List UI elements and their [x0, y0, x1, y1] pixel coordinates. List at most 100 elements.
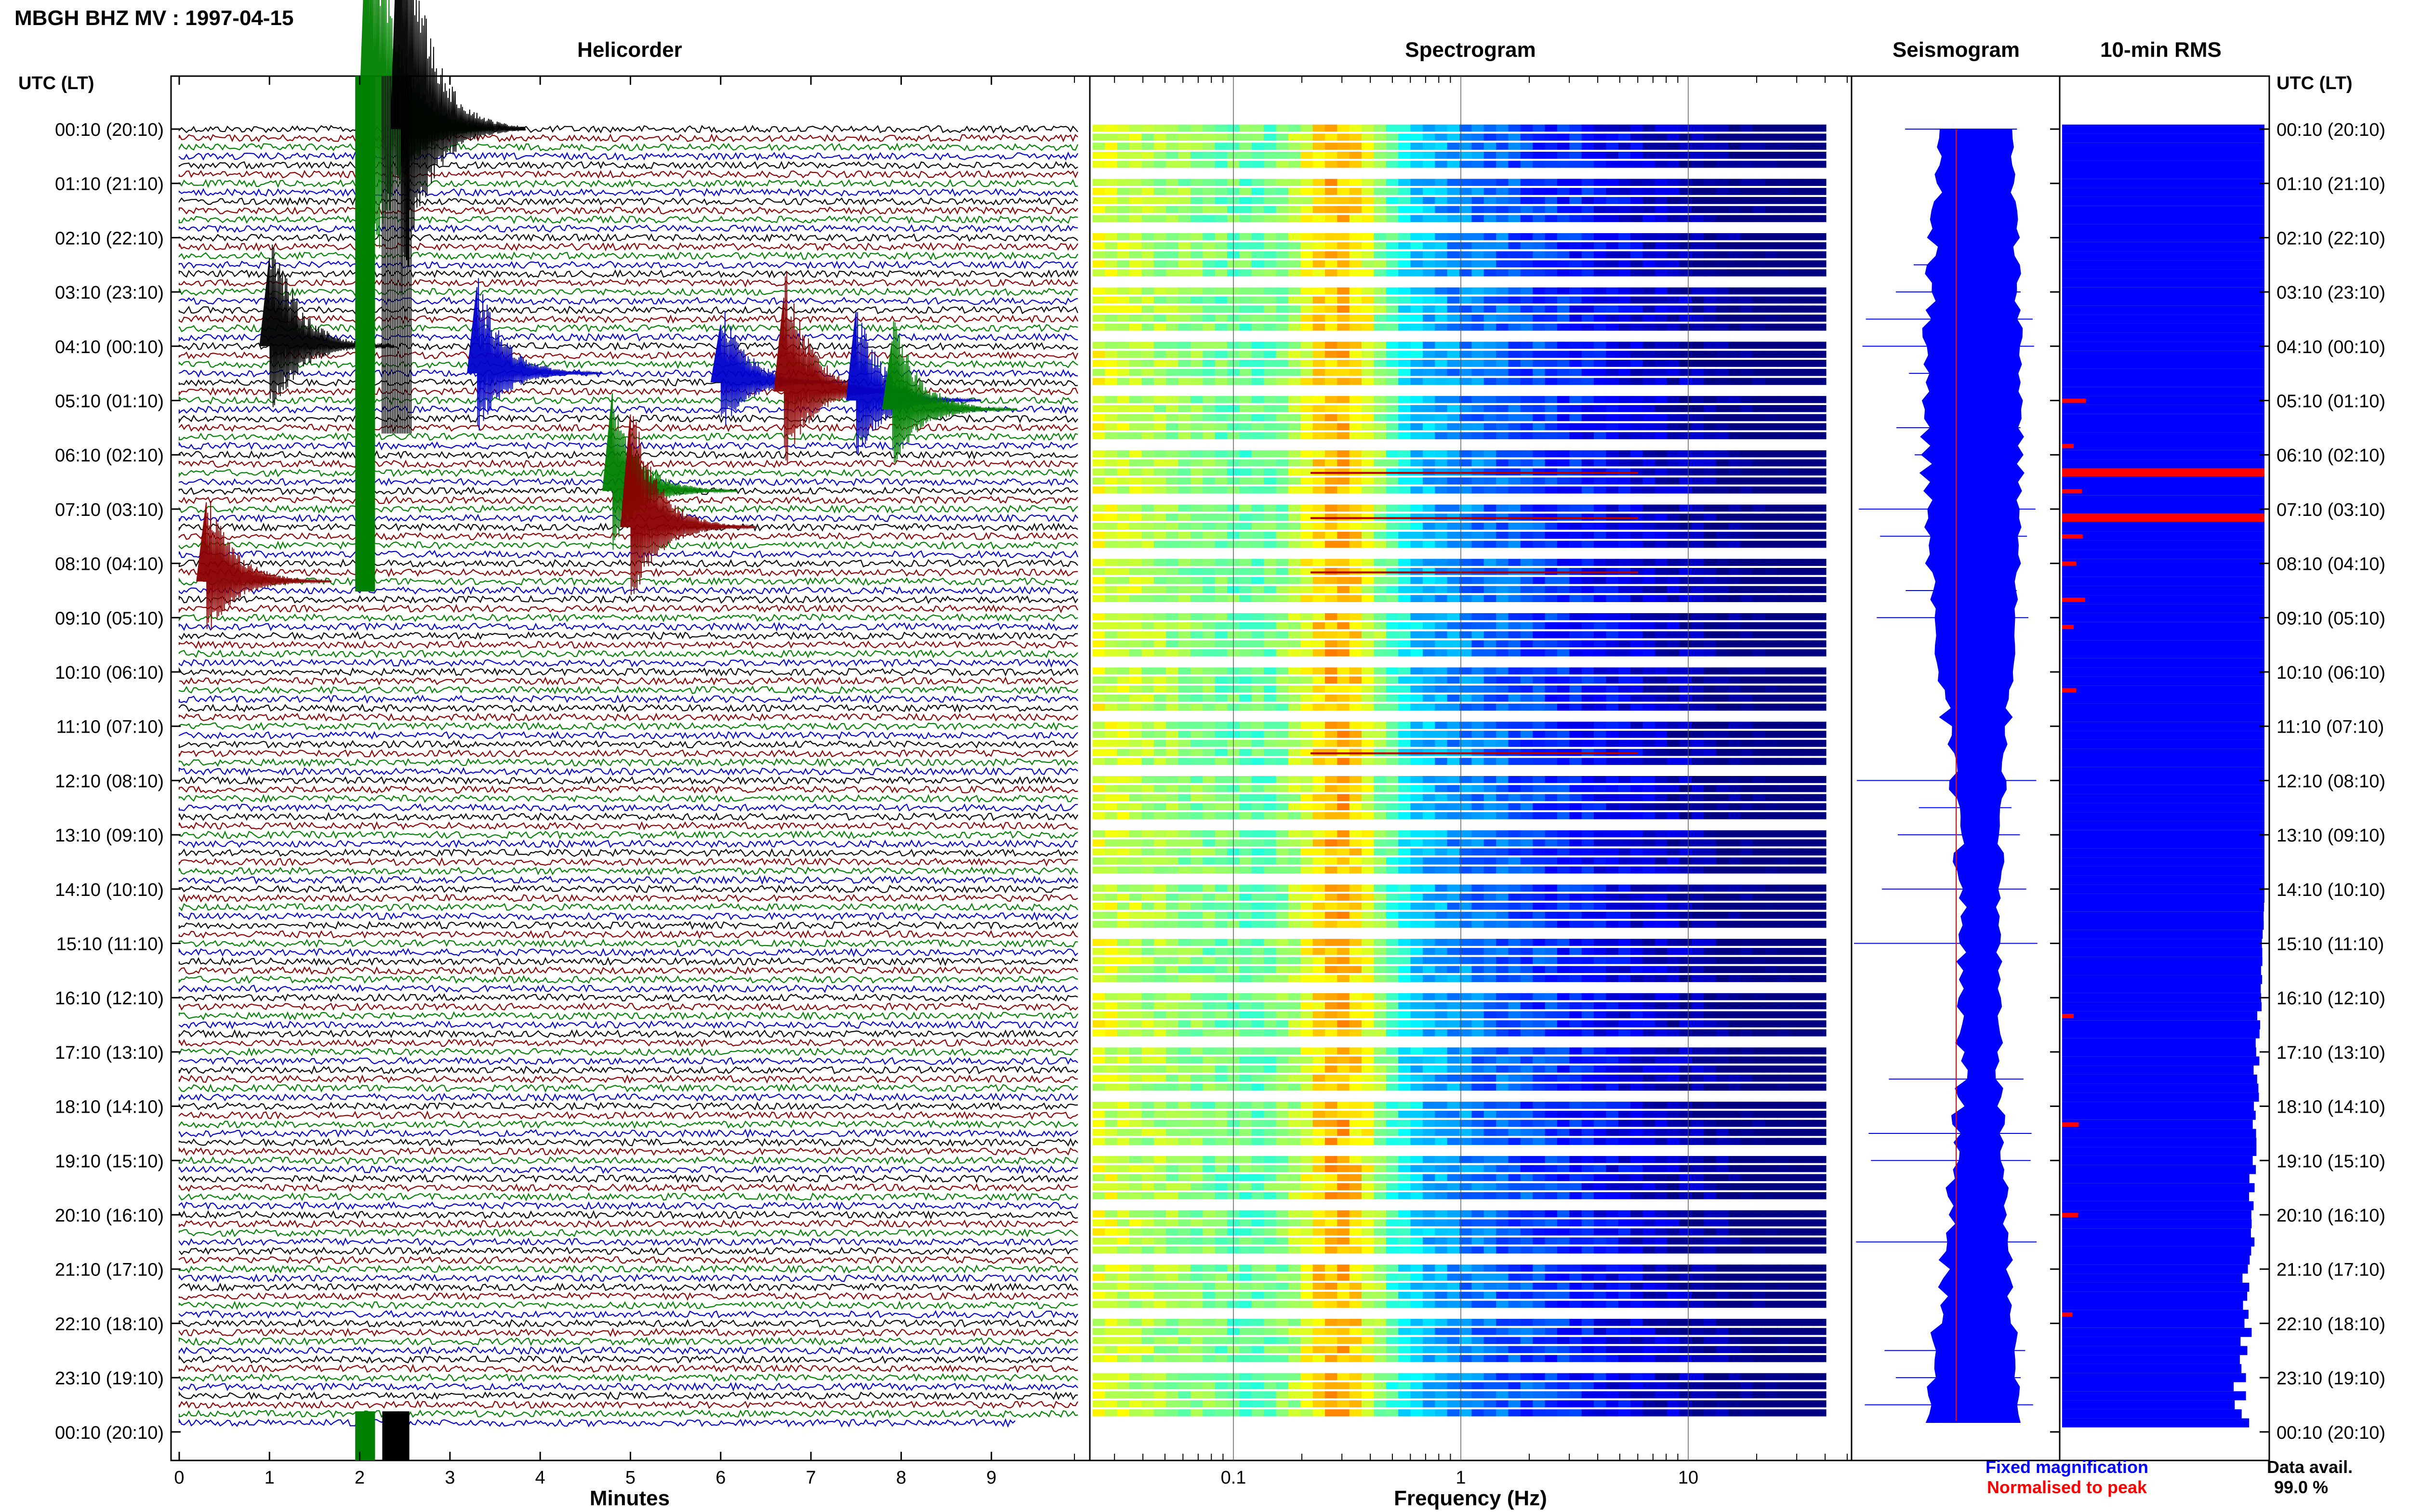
spectrogram-cell: [1765, 695, 1778, 702]
spectrogram-cell: [1813, 966, 1827, 973]
spectrogram-cell: [1276, 884, 1289, 892]
spectrogram-cell: [1581, 785, 1594, 792]
spectrogram-cell: [1166, 260, 1179, 268]
spectrogram-cell: [1606, 188, 1619, 195]
spectrogram-cell: [1362, 215, 1375, 223]
spectrogram-cell: [1190, 323, 1203, 331]
spectrogram-cell: [1655, 947, 1668, 955]
spectrogram-cell: [1545, 531, 1558, 539]
spectrogram-cell: [1105, 251, 1118, 259]
spectrogram-cell: [1435, 667, 1448, 675]
spectrogram-cell: [1447, 242, 1460, 250]
spectrogram-cell: [1533, 695, 1546, 702]
spectrogram-cell: [1630, 152, 1643, 159]
spectrogram-cell: [1264, 966, 1277, 973]
spectrogram-cell: [1581, 649, 1594, 657]
spectrogram-cell: [1153, 260, 1166, 268]
spectrogram-cell: [1435, 966, 1448, 973]
spectrogram-cell: [1679, 794, 1692, 802]
spectrogram-cell: [1813, 667, 1827, 675]
spectrogram-cell: [1190, 251, 1203, 259]
spectrogram-cell: [1105, 857, 1118, 865]
spectrogram-cell: [1508, 685, 1521, 693]
spectrogram-cell: [1618, 739, 1631, 747]
spectrogram-cell: [1533, 975, 1546, 982]
spectrogram-cell: [1093, 540, 1105, 548]
spectrogram-cell: [1618, 722, 1631, 729]
spectrogram-cell: [1606, 269, 1619, 276]
spectrogram-cell: [1374, 866, 1387, 874]
spectrogram-cell: [1801, 731, 1814, 738]
spectrogram-cell: [1129, 251, 1142, 259]
spectrogram-cell: [1581, 749, 1594, 756]
spectrogram-cell: [1520, 477, 1533, 485]
spectrogram-cell: [1337, 957, 1350, 964]
spectrogram-cell: [1300, 368, 1313, 376]
spectrogram-cell: [1300, 233, 1313, 240]
spectrogram-cell: [1642, 785, 1655, 792]
spectrogram-cell: [1215, 595, 1228, 602]
spectrogram-cell: [1264, 459, 1277, 467]
spectrogram-cell: [1362, 749, 1375, 756]
spectrogram-cell: [1557, 749, 1570, 756]
spectrogram-cell: [1374, 287, 1387, 295]
spectrogram-cell: [1264, 758, 1277, 765]
spectrogram-cell: [1642, 957, 1655, 964]
spectrogram-cell: [1239, 631, 1252, 639]
spectrogram-cell: [1752, 695, 1765, 702]
spectrogram-cell: [1752, 414, 1765, 421]
spectrogram-cell: [1117, 631, 1130, 639]
spectrogram-cell: [1337, 884, 1350, 892]
spectrogram-cell: [1117, 432, 1130, 439]
spectrogram-cell: [1569, 233, 1582, 240]
spectrogram-cell: [1471, 785, 1484, 792]
spectrogram-cell: [1251, 622, 1264, 630]
spectrogram-cell: [1667, 785, 1680, 792]
spectrogram-cell: [1740, 884, 1753, 892]
spectrogram-cell: [1716, 233, 1729, 240]
spectrogram-cell: [1300, 133, 1313, 141]
spectrogram-cell: [1251, 848, 1264, 855]
spectrogram-cell: [1203, 866, 1216, 874]
spectrogram-cell: [1276, 803, 1289, 811]
spectrogram-cell: [1288, 269, 1301, 276]
spectrogram-cell: [1153, 966, 1166, 973]
spectrogram-cell: [1594, 523, 1606, 530]
spectrogram-cell: [1508, 957, 1521, 964]
spectrogram-cell: [1166, 739, 1179, 747]
spectrogram-cell: [1704, 342, 1717, 349]
spectrogram-cell: [1618, 468, 1631, 476]
spectrogram-cell: [1239, 206, 1252, 213]
spectrogram-cell: [1471, 360, 1484, 367]
spectrogram-cell: [1557, 903, 1570, 910]
spectrogram-cell: [1276, 531, 1289, 539]
spectrogram-cell: [1300, 649, 1313, 657]
spectrogram-cell: [1166, 233, 1179, 240]
spectrogram-cell: [1337, 477, 1350, 485]
spectrogram-cell: [1203, 323, 1216, 331]
spectrogram-cell: [1410, 486, 1423, 494]
spectrogram-cell: [1483, 423, 1496, 431]
spectrogram-cell: [1789, 206, 1802, 213]
spectrogram-cell: [1325, 884, 1337, 892]
spectrogram-cell: [1349, 975, 1362, 982]
spectrogram-cell: [1386, 559, 1399, 566]
spectrogram-cell: [1692, 667, 1704, 675]
spectrogram-cell: [1362, 595, 1375, 602]
spectrogram-cell: [1557, 179, 1570, 186]
spectrogram-cell: [1752, 540, 1765, 548]
spectrogram-cell: [1362, 423, 1375, 431]
spectrogram-cell: [1239, 513, 1252, 521]
spectrogram-cell: [1716, 857, 1729, 865]
spectrogram-cell: [1533, 939, 1546, 946]
spectrogram-cell: [1581, 251, 1594, 259]
spectrogram-cell: [1337, 315, 1350, 322]
spectrogram-cell: [1704, 233, 1717, 240]
spectrogram-cell: [1581, 486, 1594, 494]
spectrogram-cell: [1447, 586, 1460, 593]
spectrogram-cell: [1215, 785, 1228, 792]
spectrogram-cell: [1447, 450, 1460, 458]
spectrogram-cell: [1545, 124, 1558, 132]
spectrogram-cell: [1190, 939, 1203, 946]
spectrogram-cell: [1716, 631, 1729, 639]
